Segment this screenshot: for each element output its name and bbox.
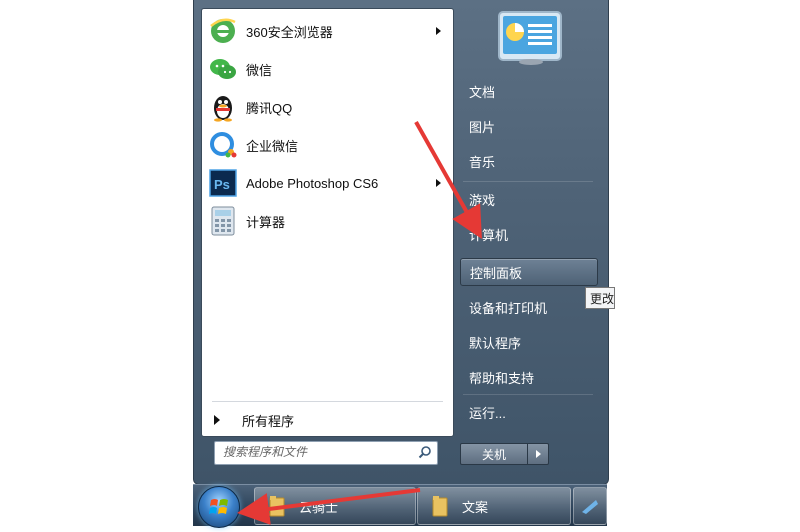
annotation-arrows — [237, 121, 482, 525]
arrow-to-start-button — [237, 488, 421, 525]
arrow-to-control-panel — [414, 121, 482, 239]
